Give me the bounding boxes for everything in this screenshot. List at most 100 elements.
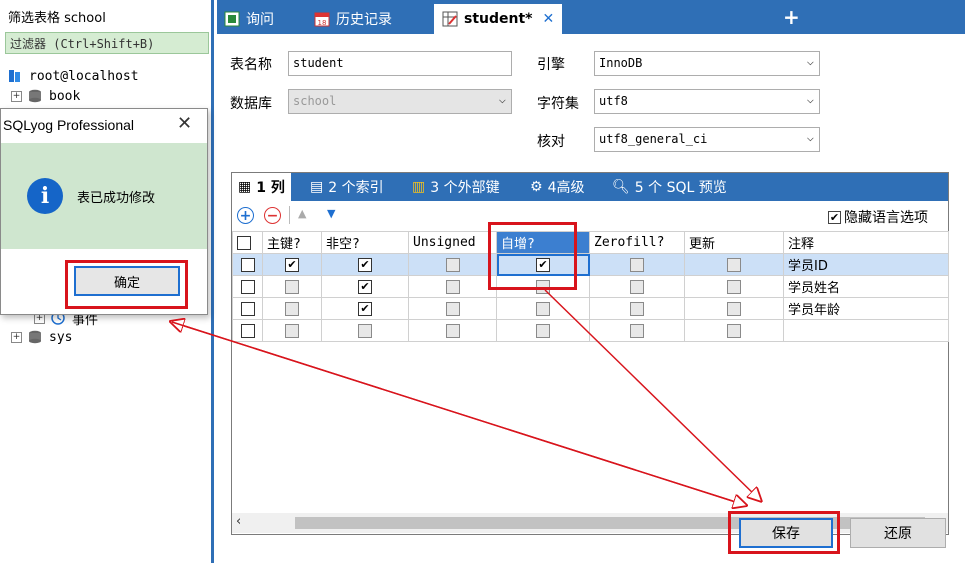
row-select-checkbox[interactable] — [240, 301, 255, 316]
header-zerofill[interactable]: Zerofill? — [589, 231, 685, 254]
database-label: 数据库 — [230, 96, 272, 112]
header-auto-increment[interactable]: 自增? — [496, 231, 590, 254]
hide-language-label: 隐藏语言选项 — [844, 210, 928, 226]
zerofill-checkbox[interactable] — [630, 301, 644, 316]
columns-icon: ▦ — [238, 179, 252, 195]
tab-foreign-keys[interactable]: ▥ 3 个外部键 — [412, 173, 500, 201]
save-button[interactable]: 保存 — [739, 518, 833, 548]
close-icon[interactable]: ✕ — [177, 113, 192, 134]
tab-history[interactable]: 18 历史记录 — [314, 4, 392, 34]
expand-icon[interactable]: + — [11, 331, 22, 343]
tab-columns[interactable]: ▦ 1 列 — [232, 173, 291, 201]
header-comment[interactable]: 注释 — [783, 231, 949, 254]
move-up-icon[interactable]: ▲ — [298, 207, 306, 220]
primary-key-checkbox[interactable]: ✔ — [285, 257, 299, 272]
close-icon[interactable]: ✕ — [543, 11, 555, 27]
table-edit-icon — [442, 11, 458, 27]
row-select-checkbox[interactable] — [240, 257, 255, 272]
tab-columns-label: 1 列 — [256, 180, 285, 196]
comment-cell[interactable]: 学员年龄 — [783, 297, 949, 320]
charset-value: utf8 — [599, 94, 628, 108]
add-tab-button[interactable]: + — [783, 5, 800, 29]
scroll-left-icon[interactable]: ‹ — [236, 514, 241, 529]
tree-connection[interactable]: root@localhost — [8, 67, 139, 85]
table-name-input[interactable]: student — [288, 51, 512, 76]
header-on-update[interactable]: 更新 — [684, 231, 784, 254]
tree-db-sys[interactable]: + sys — [11, 328, 72, 346]
dialog-title: SQLyog Professional — [3, 117, 134, 133]
unsigned-checkbox[interactable] — [445, 257, 460, 272]
primary-key-checkbox[interactable] — [285, 301, 299, 316]
auto-increment-checkbox[interactable]: ✔ — [536, 257, 550, 272]
header-unsigned[interactable]: Unsigned — [408, 231, 497, 254]
table-row[interactable]: ✔ 学员姓名 — [232, 275, 949, 298]
column-editor: ▦ 1 列 ▤ 2 个索引 ▥ 3 个外部键 ⚙ 4高级 🔍︎ 5 个 SQL … — [231, 172, 949, 535]
chevron-down-icon: ⌵ — [806, 92, 814, 106]
move-down-icon[interactable]: ▼ — [327, 207, 335, 220]
tab-sql-preview-label: 5 个 SQL 预览 — [634, 180, 727, 196]
comment-cell[interactable]: 学员姓名 — [783, 275, 949, 298]
tree-db-book[interactable]: + book — [11, 87, 80, 105]
gear-icon: ⚙ — [530, 179, 543, 195]
engine-select[interactable]: InnoDB ⌵ — [594, 51, 820, 76]
horizontal-scrollbar[interactable]: ‹ › — [232, 513, 948, 533]
server-icon — [9, 70, 20, 82]
grid-header: 主键? 非空? Unsigned 自增? Zerofill? 更新 注释 — [232, 231, 949, 254]
add-column-icon[interactable]: + — [237, 207, 254, 224]
not-null-checkbox[interactable] — [358, 323, 372, 338]
tab-indexes-label: 2 个索引 — [328, 180, 384, 196]
not-null-checkbox[interactable]: ✔ — [358, 301, 372, 316]
tab-student[interactable]: student* ✕ — [434, 4, 563, 34]
header-not-null[interactable]: 非空? — [321, 231, 409, 254]
header-primary-key[interactable]: 主键? — [262, 231, 322, 254]
row-select-checkbox[interactable] — [240, 279, 255, 294]
tab-bar: 询问 18 历史记录 student* ✕ + — [217, 0, 965, 34]
row-select-checkbox[interactable] — [240, 323, 255, 338]
on-update-checkbox[interactable] — [727, 279, 741, 294]
unsigned-checkbox[interactable] — [445, 279, 460, 294]
on-update-checkbox[interactable] — [727, 301, 741, 316]
collation-label: 核对 — [537, 134, 565, 150]
column-toolbar: + − ▲ ▼ ✔ 隐藏语言选项 — [232, 202, 948, 228]
remove-column-icon[interactable]: − — [264, 207, 281, 224]
primary-key-checkbox[interactable] — [285, 323, 299, 338]
charset-select[interactable]: utf8 ⌵ — [594, 89, 820, 114]
select-all-cell[interactable] — [232, 231, 263, 254]
tab-indexes[interactable]: ▤ 2 个索引 — [310, 173, 384, 201]
on-update-checkbox[interactable] — [727, 257, 741, 272]
calendar-icon: 18 — [314, 12, 330, 27]
auto-increment-checkbox[interactable] — [536, 301, 550, 316]
tab-advanced[interactable]: ⚙ 4高级 — [530, 173, 584, 201]
unsigned-checkbox[interactable] — [445, 301, 460, 316]
on-update-checkbox[interactable] — [727, 323, 741, 338]
auto-increment-checkbox[interactable] — [536, 323, 550, 338]
index-icon: ▤ — [310, 179, 324, 195]
table-row[interactable]: ✔ ✔ ✔ 学员ID — [232, 253, 949, 276]
tab-query-label: 询问 — [246, 12, 274, 28]
revert-button[interactable]: 还原 — [850, 518, 946, 548]
chevron-down-icon: ⌵ — [806, 130, 814, 144]
primary-key-checkbox[interactable] — [285, 279, 299, 294]
checkbox-checked-icon[interactable]: ✔ — [828, 210, 841, 224]
zerofill-checkbox[interactable] — [630, 279, 644, 294]
query-icon — [224, 11, 240, 27]
unsigned-checkbox[interactable] — [445, 323, 460, 338]
tab-query[interactable]: 询问 — [224, 4, 274, 34]
not-null-checkbox[interactable]: ✔ — [358, 257, 372, 272]
auto-increment-checkbox[interactable] — [536, 279, 550, 294]
table-row[interactable] — [232, 319, 949, 342]
ok-button[interactable]: 确定 — [74, 266, 180, 296]
tab-sql-preview[interactable]: 🔍︎ 5 个 SQL 预览 — [612, 173, 727, 201]
filter-input[interactable]: 过滤器 (Ctrl+Shift+B) — [5, 32, 209, 54]
zerofill-checkbox[interactable] — [630, 257, 644, 272]
zerofill-checkbox[interactable] — [630, 323, 644, 338]
hide-language-checkbox[interactable]: ✔ 隐藏语言选项 — [828, 207, 928, 227]
expand-icon[interactable]: + — [11, 90, 22, 102]
comment-cell[interactable]: 学员ID — [783, 253, 949, 276]
collation-select[interactable]: utf8_general_ci ⌵ — [594, 127, 820, 152]
checkbox-icon[interactable] — [237, 235, 251, 250]
comment-cell[interactable] — [783, 319, 949, 342]
tree-db-sys-label: sys — [49, 329, 73, 345]
table-row[interactable]: ✔ 学员年龄 — [232, 297, 949, 320]
not-null-checkbox[interactable]: ✔ — [358, 279, 372, 294]
